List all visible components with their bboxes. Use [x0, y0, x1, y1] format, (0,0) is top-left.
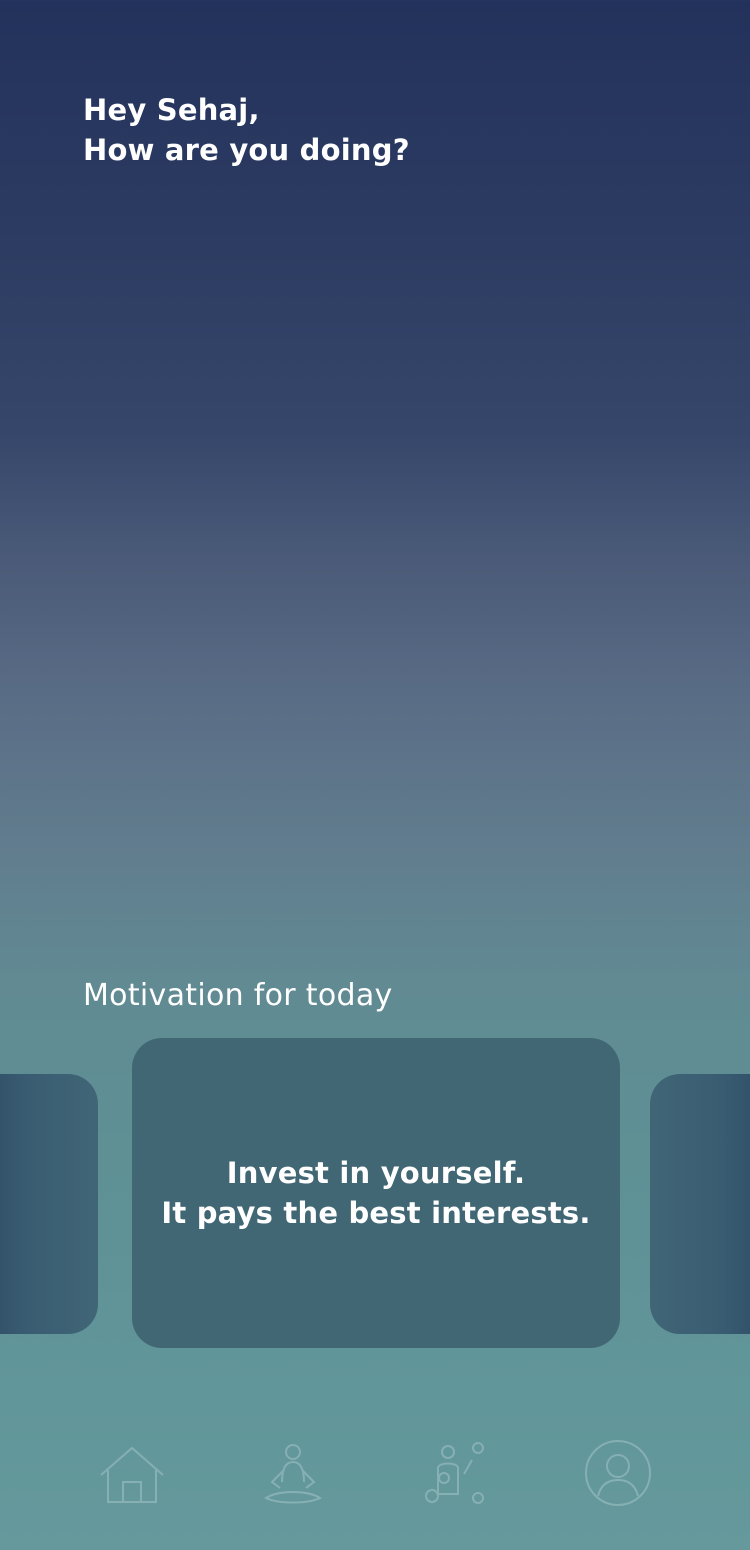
quote-text: Invest in yourself. It pays the best int… — [161, 1153, 590, 1233]
motivation-section-title: Motivation for today — [83, 978, 393, 1013]
greeting: Hey Sehaj, How are you doing? — [83, 90, 583, 170]
greeting-question: How are you doing? — [83, 133, 410, 167]
home-icon — [100, 1446, 164, 1503]
quote-card[interactable]: Invest in yourself. It pays the best int… — [132, 1038, 620, 1348]
previous-quote-card[interactable] — [0, 1074, 98, 1334]
nav-profile[interactable] — [583, 1438, 653, 1508]
bottom-navigation — [0, 1430, 750, 1520]
greeting-name: Hey Sehaj, — [83, 93, 260, 127]
nav-meditate[interactable] — [258, 1438, 328, 1508]
next-quote-card[interactable] — [650, 1074, 750, 1334]
quote-line-1: Invest in yourself. — [226, 1156, 526, 1190]
nav-activities[interactable] — [420, 1438, 490, 1508]
activities-icon — [425, 1442, 484, 1504]
quote-line-2: It pays the best interests. — [161, 1196, 591, 1230]
profile-icon — [585, 1440, 651, 1506]
meditation-icon — [264, 1444, 322, 1504]
nav-home[interactable] — [97, 1438, 167, 1508]
